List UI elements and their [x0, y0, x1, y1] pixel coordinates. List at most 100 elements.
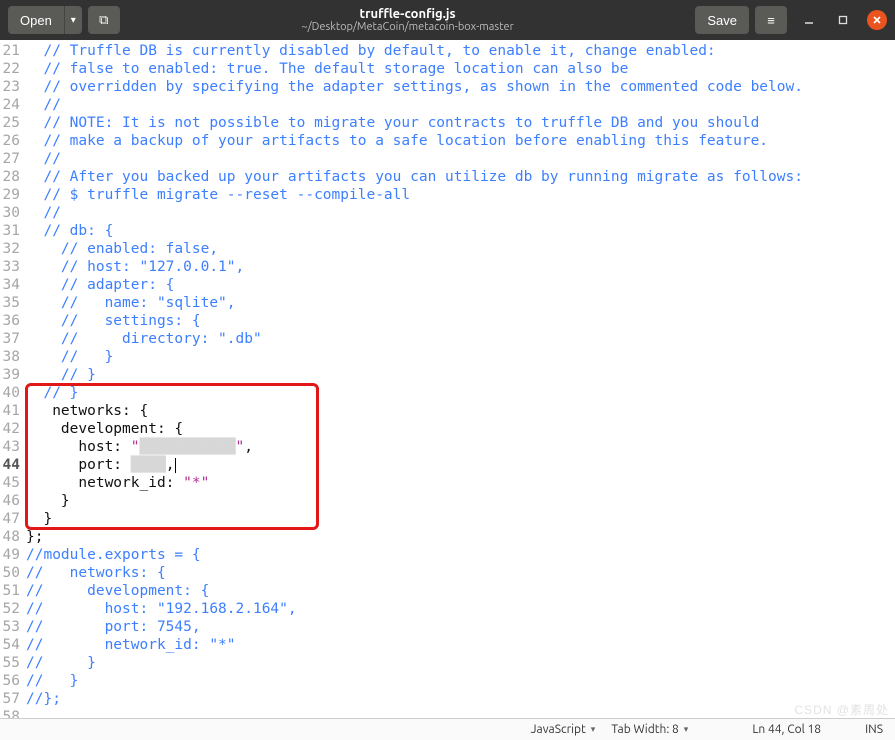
line-number: 23 [0, 78, 24, 96]
line-number-gutter: 2122232425262728293031323334353637383940… [0, 40, 24, 718]
watermark: CSDN @素周处 [794, 701, 889, 718]
line-number: 21 [0, 42, 24, 60]
hamburger-menu-button[interactable]: ≡ [755, 6, 787, 34]
line-number: 48 [0, 528, 24, 546]
line-number: 43 [0, 438, 24, 456]
open-button-group: Open ▾ [8, 6, 82, 34]
code-content[interactable]: // Truffle DB is currently disabled by d… [26, 42, 895, 718]
line-number: 27 [0, 150, 24, 168]
line-number: 52 [0, 600, 24, 618]
code-line[interactable]: // [26, 150, 895, 168]
line-number: 37 [0, 330, 24, 348]
code-line[interactable]: // After you backed up your artifacts yo… [26, 168, 895, 186]
line-number: 57 [0, 690, 24, 708]
code-line[interactable]: // enabled: false, [26, 240, 895, 258]
line-number: 25 [0, 114, 24, 132]
line-number: 32 [0, 240, 24, 258]
new-tab-button[interactable]: ⧉ [88, 6, 120, 34]
code-line[interactable]: host: "███████████", [26, 438, 895, 456]
line-number: 46 [0, 492, 24, 510]
code-line[interactable]: // overridden by specifying the adapter … [26, 78, 895, 96]
line-number: 51 [0, 582, 24, 600]
code-line[interactable]: port: ████, [26, 456, 895, 474]
code-line[interactable]: // development: { [26, 582, 895, 600]
line-number: 31 [0, 222, 24, 240]
line-number: 33 [0, 258, 24, 276]
editor-area[interactable]: 2122232425262728293031323334353637383940… [0, 40, 895, 718]
line-number: 34 [0, 276, 24, 294]
line-number: 26 [0, 132, 24, 150]
line-number: 45 [0, 474, 24, 492]
window-subtitle: ~/Desktop/MetaCoin/metacoin-box-master [126, 21, 690, 33]
text-cursor [175, 458, 176, 473]
line-number: 42 [0, 420, 24, 438]
minimize-icon[interactable] [799, 10, 819, 30]
maximize-icon[interactable] [833, 10, 853, 30]
tab-width-selector[interactable]: Tab Width: 8 [607, 723, 692, 736]
code-line[interactable]: network_id: "*" [26, 474, 895, 492]
window-title: truffle-config.js [126, 7, 690, 21]
line-number: 56 [0, 672, 24, 690]
code-line[interactable]: // $ truffle migrate --reset --compile-a… [26, 186, 895, 204]
code-line[interactable]: //}; [26, 690, 895, 708]
line-number: 30 [0, 204, 24, 222]
open-dropdown[interactable]: ▾ [64, 6, 82, 34]
code-line[interactable]: development: { [26, 420, 895, 438]
code-line[interactable]: }; [26, 528, 895, 546]
line-number: 28 [0, 168, 24, 186]
code-line[interactable]: // directory: ".db" [26, 330, 895, 348]
close-icon[interactable] [867, 10, 887, 30]
insert-mode[interactable]: INS [861, 723, 887, 736]
code-line[interactable]: // make a backup of your artifacts to a … [26, 132, 895, 150]
code-line[interactable]: // } [26, 672, 895, 690]
code-line[interactable]: // host: "127.0.0.1", [26, 258, 895, 276]
code-line[interactable]: // settings: { [26, 312, 895, 330]
line-number: 29 [0, 186, 24, 204]
line-number: 47 [0, 510, 24, 528]
cursor-position: Ln 44, Col 18 [748, 723, 825, 736]
code-line[interactable]: // [26, 204, 895, 222]
code-line[interactable]: // Truffle DB is currently disabled by d… [26, 42, 895, 60]
line-number: 54 [0, 636, 24, 654]
language-selector[interactable]: JavaScript [527, 723, 600, 736]
line-number: 39 [0, 366, 24, 384]
code-line[interactable]: } [26, 510, 895, 528]
window-controls [799, 10, 887, 30]
code-line[interactable]: // adapter: { [26, 276, 895, 294]
line-number: 44 [0, 456, 24, 474]
statusbar: JavaScript Tab Width: 8 Ln 44, Col 18 IN… [0, 718, 895, 740]
line-number: 36 [0, 312, 24, 330]
line-number: 35 [0, 294, 24, 312]
code-line[interactable]: // } [26, 348, 895, 366]
window-title-wrap: truffle-config.js ~/Desktop/MetaCoin/met… [126, 7, 690, 33]
code-line[interactable]: // } [26, 384, 895, 402]
code-line[interactable]: networks: { [26, 402, 895, 420]
line-number: 49 [0, 546, 24, 564]
line-number: 24 [0, 96, 24, 114]
line-number: 53 [0, 618, 24, 636]
line-number: 38 [0, 348, 24, 366]
line-number: 41 [0, 402, 24, 420]
code-line[interactable]: // host: "192.168.2.164", [26, 600, 895, 618]
code-line[interactable]: // } [26, 654, 895, 672]
line-number: 55 [0, 654, 24, 672]
code-line[interactable] [26, 708, 895, 718]
code-line[interactable]: // NOTE: It is not possible to migrate y… [26, 114, 895, 132]
line-number: 22 [0, 60, 24, 78]
open-button[interactable]: Open [8, 6, 64, 34]
titlebar: Open ▾ ⧉ truffle-config.js ~/Desktop/Met… [0, 0, 895, 40]
code-line[interactable]: // port: 7545, [26, 618, 895, 636]
line-number: 58 [0, 708, 24, 718]
line-number: 40 [0, 384, 24, 402]
code-line[interactable]: // db: { [26, 222, 895, 240]
save-button[interactable]: Save [695, 6, 749, 34]
code-line[interactable]: //module.exports = { [26, 546, 895, 564]
code-line[interactable]: // false to enabled: true. The default s… [26, 60, 895, 78]
code-line[interactable]: // name: "sqlite", [26, 294, 895, 312]
code-line[interactable]: } [26, 492, 895, 510]
code-line[interactable]: // networks: { [26, 564, 895, 582]
code-line[interactable]: // } [26, 366, 895, 384]
line-number: 50 [0, 564, 24, 582]
code-line[interactable]: // [26, 96, 895, 114]
code-line[interactable]: // network_id: "*" [26, 636, 895, 654]
